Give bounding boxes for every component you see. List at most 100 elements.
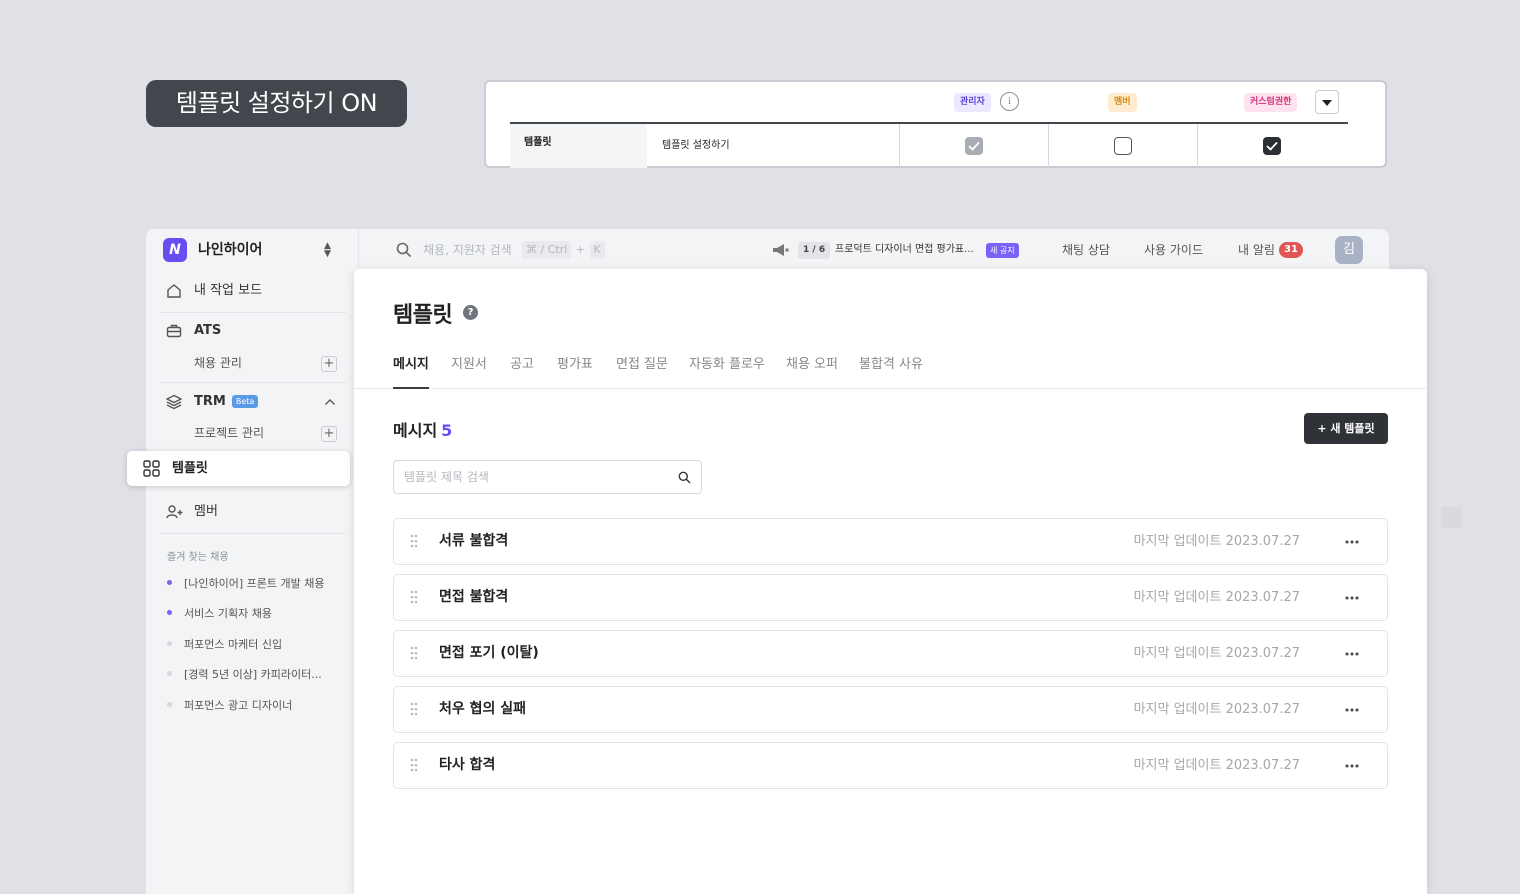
sidebar-item-label: 템플릿	[172, 461, 208, 476]
grid-icon	[143, 460, 160, 477]
favorite-label: 서비스 기획자 채용	[184, 607, 272, 620]
briefcase-icon	[166, 324, 182, 338]
favorite-label: 퍼포먼스 마케터 신입	[184, 638, 283, 651]
template-search-input[interactable]: 템플릿 제목 검색	[393, 460, 702, 494]
more-icon[interactable]	[1345, 764, 1359, 768]
notification-count-badge: 31	[1279, 242, 1303, 258]
user-guide-link[interactable]: 사용 가이드	[1144, 229, 1203, 271]
trm-label: TRM	[194, 394, 226, 409]
global-search-input[interactable]: 채용, 지원자 검색	[423, 229, 512, 271]
topbar: N 나인하이어 ▲ ▼ 채용, 지원자 검색 ⌘ / Ctrl + K 1 / 6…	[146, 229, 1389, 271]
sidebar-item-label: TRM Beta	[194, 389, 259, 415]
section-title: 메시지 5	[393, 417, 452, 441]
logo-icon: N	[163, 238, 187, 262]
drag-handle-icon[interactable]	[410, 534, 418, 548]
role-dropdown-button[interactable]	[1315, 90, 1339, 114]
add-project-button[interactable]: +	[321, 426, 337, 442]
template-row[interactable]: 서류 불합격 마지막 업데이트 2023.07.27	[393, 518, 1388, 565]
workspace-switcher[interactable]: N 나인하이어 ▲ ▼	[146, 229, 359, 271]
template-row[interactable]: 처우 협의 실패 마지막 업데이트 2023.07.27	[393, 686, 1388, 733]
tab-scorecard[interactable]: 평가표	[557, 355, 593, 375]
add-user-icon	[166, 505, 183, 519]
permission-table-header: 관리자 i 멤버 커스텀권한	[510, 82, 1348, 124]
tab-offer[interactable]: 채용 오퍼	[786, 355, 838, 375]
tab-message[interactable]: 메시지	[393, 355, 429, 375]
drag-handle-icon[interactable]	[410, 590, 418, 604]
checkbox-member[interactable]	[1114, 137, 1132, 155]
permission-category: 템플릿	[510, 124, 647, 168]
help-icon[interactable]: ?	[463, 305, 478, 320]
chevron-up-icon[interactable]	[324, 398, 336, 406]
more-icon[interactable]	[1345, 708, 1359, 712]
sidebar-item-recruit-manage[interactable]: 채용 관리	[194, 353, 242, 373]
layers-icon	[166, 394, 182, 410]
tab-application[interactable]: 지원서	[451, 355, 487, 375]
notifications-link[interactable]: 내 알림	[1238, 229, 1275, 271]
tab-automation-flow[interactable]: 자동화 플로우	[689, 355, 765, 375]
favorite-item[interactable]: 퍼포먼스 마케터 신입	[167, 637, 282, 653]
favorite-dot	[167, 702, 172, 707]
sidebar-item-label: ATS	[194, 323, 222, 338]
favorite-label: [나인하이어] 프론트 개발 채용	[184, 577, 325, 590]
drag-handle-icon[interactable]	[410, 758, 418, 772]
permission-cell-member	[1048, 124, 1197, 168]
notice-counter: 1 / 6	[798, 242, 831, 259]
chat-support-link[interactable]: 채팅 상담	[1062, 229, 1110, 271]
active-tab-indicator	[393, 387, 429, 389]
notice-link[interactable]: 프로덕트 디자이너 면접 평가표...	[835, 229, 974, 271]
favorite-dot	[167, 610, 172, 615]
favorite-item[interactable]: 퍼포먼스 광고 디자이너	[167, 698, 292, 714]
new-notice-badge: 새 공지	[986, 243, 1019, 258]
role-badge-custom: 커스텀권한	[1244, 93, 1298, 112]
checkbox-admin	[965, 137, 983, 155]
permission-cell-admin	[899, 124, 1048, 168]
section-count: 5	[441, 421, 453, 440]
template-row[interactable]: 면접 불합격 마지막 업데이트 2023.07.27	[393, 574, 1388, 621]
sidebar-item-label: 멤버	[194, 504, 218, 519]
sidebar-item-label: 내 작업 보드	[194, 283, 263, 298]
more-icon[interactable]	[1345, 540, 1359, 544]
search-placeholder: 템플릿 제목 검색	[404, 470, 489, 484]
role-badge-member: 멤버	[1108, 93, 1137, 112]
tab-interview-questions[interactable]: 면접 질문	[616, 355, 668, 375]
more-icon[interactable]	[1345, 596, 1359, 600]
sidebar-item-template[interactable]: 템플릿	[127, 451, 350, 486]
drag-handle-icon[interactable]	[410, 646, 418, 660]
favorite-label: [경력 5년 이상] 카피라이터...	[184, 668, 322, 681]
tab-rejection-reason[interactable]: 불합격 사유	[859, 355, 923, 375]
favorite-dot	[167, 580, 172, 585]
template-updated: 마지막 업데이트 2023.07.27	[1133, 646, 1300, 661]
info-icon[interactable]: i	[1000, 92, 1019, 111]
beta-badge: Beta	[231, 395, 259, 408]
favorite-item[interactable]: [경력 5년 이상] 카피라이터...	[167, 667, 322, 683]
permission-cell-custom	[1197, 124, 1346, 168]
divider	[160, 382, 346, 383]
divider	[160, 312, 346, 313]
template-updated: 마지막 업데이트 2023.07.27	[1133, 758, 1300, 773]
template-name: 처우 협의 실패	[439, 701, 527, 717]
updown-icon: ▲ ▼	[324, 241, 331, 259]
template-name: 서류 불합격	[439, 533, 509, 549]
tab-bar: 메시지 지원서 공고 평가표 면접 질문 자동화 플로우 채용 오퍼 불합격 사…	[354, 351, 1427, 389]
add-recruit-button[interactable]: +	[321, 356, 337, 372]
favorite-dot	[167, 671, 172, 676]
drag-handle-icon[interactable]	[410, 702, 418, 716]
favorite-item[interactable]: [나인하이어] 프론트 개발 채용	[167, 576, 325, 592]
favorite-label: 퍼포먼스 광고 디자이너	[184, 699, 293, 712]
shortcut-hint: ⌘ / Ctrl + K	[522, 241, 605, 259]
favorite-item[interactable]: 서비스 기획자 채용	[167, 606, 272, 622]
new-template-button[interactable]: + 새 템플릿	[1304, 413, 1388, 444]
shortcut-plus: +	[575, 243, 585, 256]
tab-job-post[interactable]: 공고	[510, 355, 534, 375]
avatar[interactable]: 김	[1335, 236, 1363, 264]
sidebar-item-project-manage[interactable]: 프로젝트 관리	[194, 423, 264, 443]
megaphone-icon	[773, 244, 789, 256]
home-icon	[167, 284, 181, 298]
section-label: 메시지	[393, 421, 438, 440]
template-name: 면접 불합격	[439, 589, 509, 605]
checkbox-custom[interactable]	[1263, 137, 1281, 155]
template-row[interactable]: 면접 포기 (이탈) 마지막 업데이트 2023.07.27	[393, 630, 1388, 677]
template-row[interactable]: 타사 합격 마지막 업데이트 2023.07.27	[393, 742, 1388, 789]
permission-table: 관리자 i 멤버 커스텀권한 템플릿 템플릿 설정하기	[484, 80, 1387, 168]
more-icon[interactable]	[1345, 652, 1359, 656]
